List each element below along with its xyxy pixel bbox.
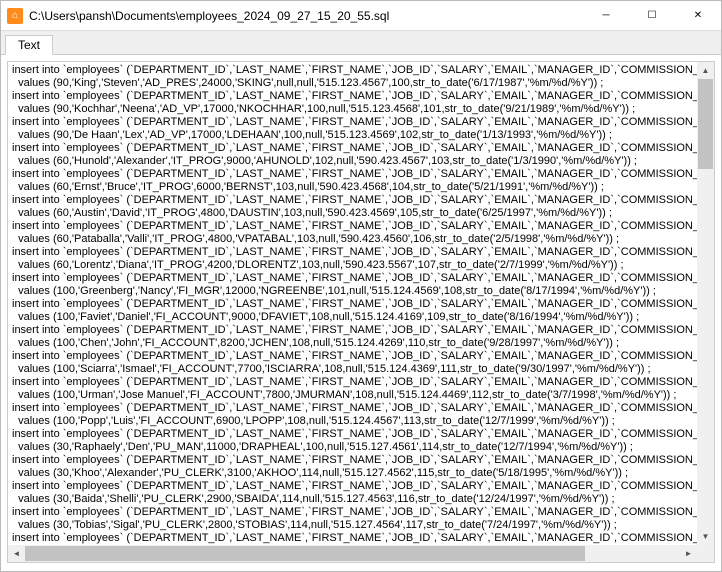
scroll-up-icon[interactable]: ▲ <box>697 62 714 79</box>
scroll-thumb-h[interactable] <box>25 546 585 561</box>
app-icon: ⌂ <box>7 8 23 24</box>
window-title: C:\Users\pansh\Documents\employees_2024_… <box>29 9 583 23</box>
maximize-button[interactable]: ☐ <box>629 1 675 30</box>
close-button[interactable]: ✕ <box>675 1 721 30</box>
scroll-thumb-v[interactable] <box>698 79 713 169</box>
tab-bar: Text <box>1 31 721 55</box>
scroll-left-icon[interactable]: ◄ <box>8 545 25 562</box>
titlebar: ⌂ C:\Users\pansh\Documents\employees_202… <box>1 1 721 31</box>
horizontal-scrollbar[interactable]: ◄ ► <box>8 545 697 562</box>
vertical-scrollbar[interactable]: ▲ ▼ <box>697 62 714 545</box>
tab-text[interactable]: Text <box>5 35 53 55</box>
minimize-button[interactable]: ─ <box>583 1 629 30</box>
window-controls: ─ ☐ ✕ <box>583 1 721 30</box>
scroll-right-icon[interactable]: ► <box>680 545 697 562</box>
sql-text-content[interactable]: insert into `employees` (`DEPARTMENT_ID`… <box>8 62 697 545</box>
scroll-track-v[interactable] <box>697 79 714 528</box>
content-area: insert into `employees` (`DEPARTMENT_ID`… <box>7 61 715 563</box>
scroll-corner <box>697 545 714 562</box>
scroll-track-h[interactable] <box>25 545 680 562</box>
scroll-down-icon[interactable]: ▼ <box>697 528 714 545</box>
